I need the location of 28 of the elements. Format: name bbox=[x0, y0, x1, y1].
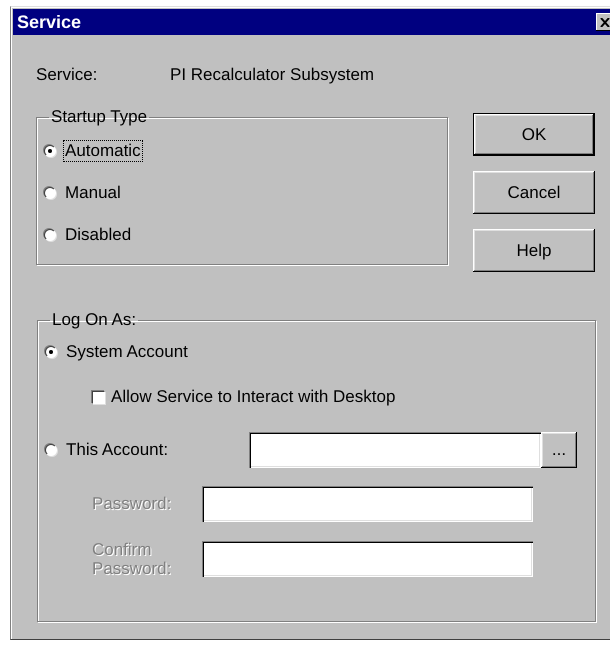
browse-button[interactable]: ... bbox=[541, 432, 577, 468]
input-field[interactable] bbox=[202, 486, 533, 522]
dialog-button[interactable]: Cancel bbox=[473, 171, 595, 214]
group-title: Log On As: bbox=[51, 310, 138, 330]
radio-label: System Account bbox=[65, 341, 189, 363]
radio-button[interactable] bbox=[44, 229, 56, 241]
field-label: Confirm Password: bbox=[91, 540, 172, 578]
window-title: Service bbox=[17, 12, 82, 32]
radio-label: This Account: bbox=[65, 439, 170, 461]
group-title: Startup Type bbox=[50, 107, 148, 127]
input-field[interactable] bbox=[202, 541, 533, 577]
radio-button[interactable] bbox=[44, 187, 56, 199]
input-field[interactable] bbox=[249, 432, 541, 468]
field-label: Password: bbox=[91, 494, 172, 514]
service-label: Service: bbox=[36, 65, 98, 85]
dialog-button[interactable]: OK bbox=[473, 113, 595, 156]
radio-label: Automatic bbox=[63, 140, 143, 162]
checkbox-label: Allow Service to Interact with Desktop bbox=[111, 387, 396, 407]
radio-button[interactable] bbox=[45, 444, 57, 456]
close-icon bbox=[600, 18, 610, 26]
service-name: PI Recalculator Subsystem bbox=[170, 65, 374, 85]
dialog-button[interactable]: Help bbox=[473, 229, 595, 272]
radio-label: Disabled bbox=[64, 224, 132, 246]
radio-button[interactable] bbox=[45, 346, 57, 358]
checkbox[interactable] bbox=[92, 390, 105, 404]
radio-label: Manual bbox=[64, 182, 122, 204]
close-button[interactable] bbox=[596, 13, 610, 31]
radio-button[interactable] bbox=[44, 145, 56, 157]
